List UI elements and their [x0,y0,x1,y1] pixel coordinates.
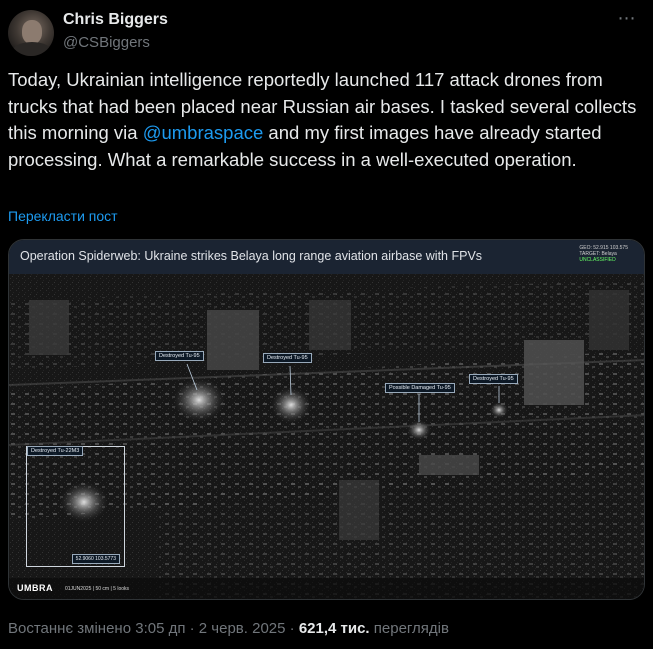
label-destroyed-tu95-a: Destroyed Tu-95 [155,351,204,361]
label-destroyed-tu95-b: Destroyed Tu-95 [263,353,312,363]
umbra-logo: UMBRA [17,583,53,593]
tweet-header: Chris Biggers @CSBiggers ⋯ [8,6,645,56]
satellite-title: Operation Spiderweb: Ukraine strikes Bel… [20,249,483,263]
label-possible-damaged-tu95: Possible Damaged Tu-95 [385,383,455,393]
avatar[interactable] [8,10,54,56]
more-horizontal-icon[interactable]: ⋯ [615,9,639,32]
edited-timestamp[interactable]: Востаннє змінено 3:05 дп · 2 черв. 2025 … [8,620,299,637]
views-label: переглядів [369,620,449,637]
translate-post-link[interactable]: Перекласти пост [8,208,118,224]
geo-classification: UNCLASSIFIED [579,257,616,263]
label-destroyed-tu95-c: Destroyed Tu-95 [469,374,518,384]
avatar-face [22,20,42,44]
label-destroyed-tu22m3: Destroyed Tu-22M3 [27,446,84,456]
tweet-media-image[interactable]: Operation Spiderweb: Ukraine strikes Bel… [8,239,645,600]
author-name[interactable]: Chris Biggers [63,11,168,29]
geo-info: GEO: 52.915 103.575 TARGET: Belaya UNCLA… [579,245,628,263]
mention-link[interactable]: @umbraspace [143,122,264,143]
view-count: 621,4 тис. [298,620,370,637]
tweet-text: Today, Ukrainian intelligence reportedly… [8,67,645,173]
avatar-shoulders [12,42,52,56]
inset-coordinates: 52.9060 103.5773 [71,554,120,564]
inset-box: Destroyed Tu-22M3 52.9060 103.5773 [26,446,125,567]
author-handle[interactable]: @CSBiggers [63,34,150,51]
capture-info: 01JUN2025 | 50 cm | 5 looks [65,586,130,592]
tweet-meta: Востаннє змінено 3:05 дп · 2 черв. 2025 … [8,620,449,637]
